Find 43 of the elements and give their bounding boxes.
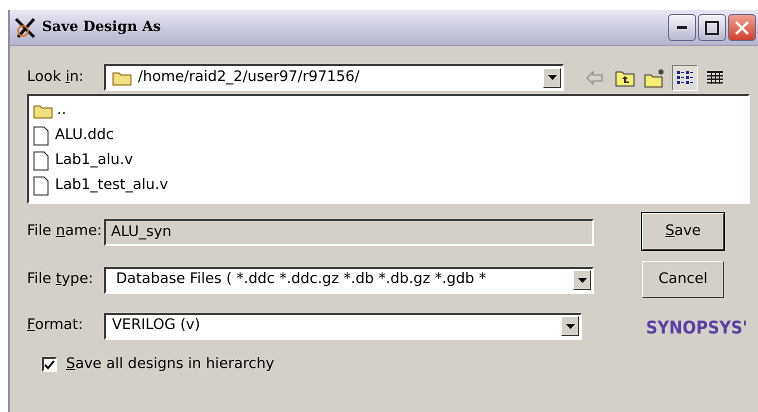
back-arrow-icon <box>586 70 604 84</box>
caret-icon <box>566 324 574 328</box>
new-folder-icon <box>644 68 666 88</box>
folder-up-icon <box>615 68 635 86</box>
folder-icon <box>33 102 53 118</box>
path-text: /home/raid2_2/user97/r97156/ <box>138 68 360 87</box>
minimize-icon <box>677 26 687 30</box>
file-icon <box>33 126 49 146</box>
file-icon <box>33 176 49 196</box>
close-icon <box>735 20 749 34</box>
hierarchy-checkbox[interactable] <box>42 357 57 372</box>
file-item[interactable]: Lab1_test_alu.v <box>55 174 168 196</box>
format-label: Format: <box>26 316 84 336</box>
close-button[interactable] <box>728 14 756 41</box>
file-item[interactable]: ALU.ddc <box>55 124 114 146</box>
list-view-icon <box>676 70 694 86</box>
x-logo-icon <box>14 16 36 38</box>
file-icon <box>33 150 49 170</box>
file-type-dropdown[interactable]: Database Files ( *.ddc *.ddc.gz *.db *.db.gz *.gdb * <box>104 266 594 294</box>
file-type-text: Database Files ( *.ddc *.ddc.gz *.db *.db.gz *.gdb * <box>115 270 488 290</box>
look-in-dropdown[interactable]: /home/raid2_2/user97/r97156/ <box>104 64 564 91</box>
checkmark-icon <box>44 360 55 370</box>
cancel-button[interactable]: Cancel <box>642 261 724 298</box>
hierarchy-label: Save all designs in hierarchy <box>66 355 274 374</box>
list-view-button[interactable] <box>672 64 698 90</box>
file-name-label: File name: <box>26 222 103 242</box>
caret-icon <box>548 75 556 80</box>
format-dropdown[interactable]: VERILOG (v) <box>104 312 582 340</box>
maximize-icon <box>705 20 719 34</box>
format-text: VERILOG (v) <box>111 316 202 336</box>
file-item[interactable]: .. <box>57 100 66 122</box>
file-name-field[interactable]: ALU_syn <box>104 218 594 246</box>
maximize-button[interactable] <box>698 14 726 41</box>
folder-icon <box>112 70 132 86</box>
minimize-button[interactable] <box>668 14 696 41</box>
synopsys-logo: SYNOPSYS' <box>646 316 748 340</box>
save-button[interactable]: Save <box>642 213 724 250</box>
file-type-label: File type: <box>26 270 94 290</box>
detail-view-icon <box>706 70 724 86</box>
file-item[interactable]: Lab1_alu.v <box>55 150 133 172</box>
look-in-label: Look in: <box>26 68 85 87</box>
window-title: Save Design As <box>42 18 162 37</box>
caret-icon <box>578 278 586 282</box>
